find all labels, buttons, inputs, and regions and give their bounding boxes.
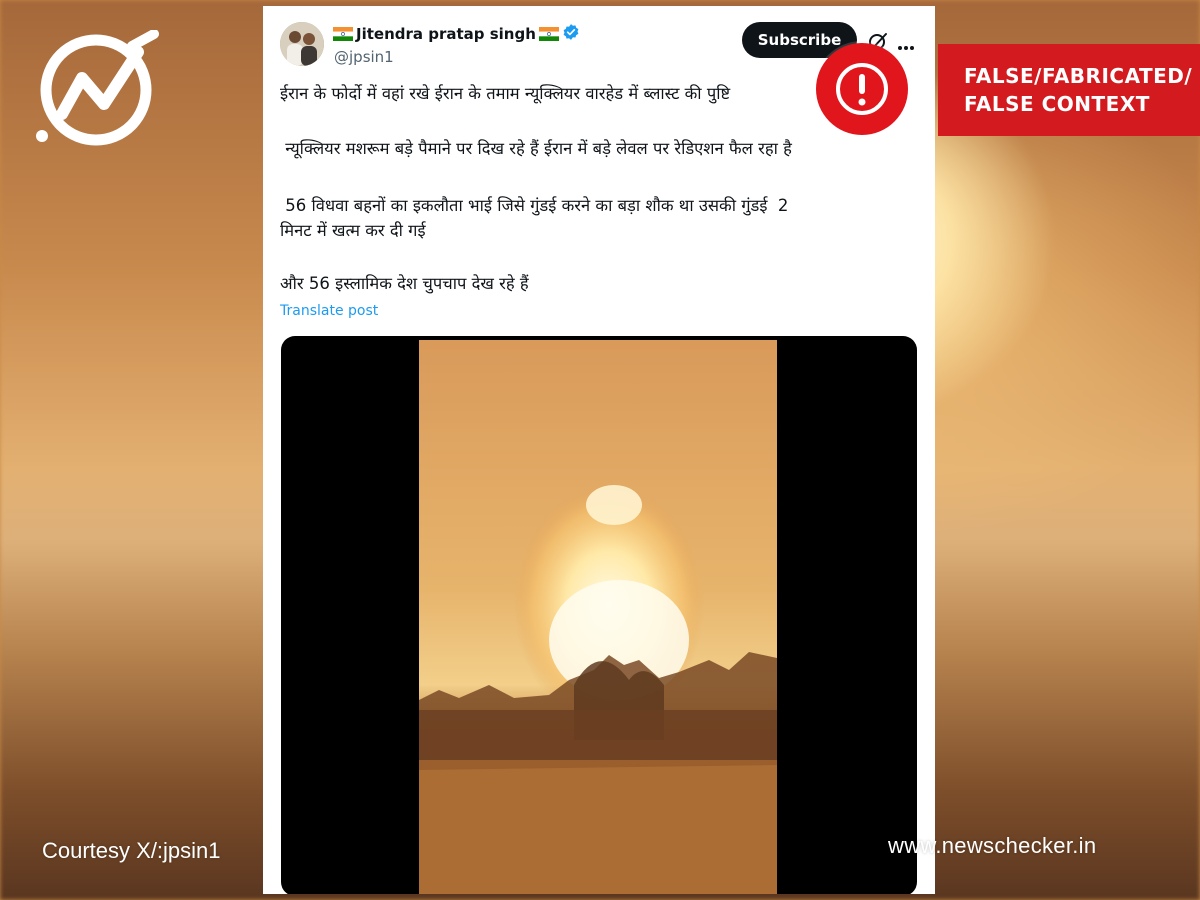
courtesy-credit: Courtesy X/:jpsin1 — [42, 838, 221, 863]
video-thumbnail-explosion[interactable] — [419, 340, 777, 894]
tweet-card: Jitendra pratap singh @jpsin1 Subscribe … — [263, 6, 935, 894]
user-handle[interactable]: @jpsin1 — [334, 48, 394, 66]
website-url: www.newschecker.in — [888, 833, 1097, 858]
display-name-row[interactable]: Jitendra pratap singh — [333, 23, 580, 45]
post-paragraph: 56 विधवा बहनों का इकलौता भाई जिसे गुंडई … — [280, 196, 789, 240]
post-paragraph: ईरान के फोर्दो में वहां रखे ईरान के तमाम… — [280, 84, 731, 103]
exclamation-alert-icon — [816, 43, 908, 135]
post-paragraph: और 56 इस्लामिक देश चुपचाप देख रहे हैं — [280, 274, 529, 293]
newschecker-logo-icon — [32, 29, 164, 150]
verified-badge-icon — [562, 23, 580, 45]
translate-post-link[interactable]: Translate post — [280, 303, 378, 319]
more-options-icon[interactable] — [897, 36, 915, 50]
india-flag-icon — [538, 27, 559, 41]
display-name[interactable]: Jitendra pratap singh — [356, 25, 536, 43]
tweet-video[interactable] — [281, 336, 917, 894]
india-flag-icon — [333, 27, 353, 41]
post-paragraph: न्यूक्लियर मशरूम बड़े पैमाने पर दिख रहे … — [280, 139, 792, 158]
avatar[interactable] — [280, 22, 324, 66]
verdict-label: FALSE/FABRICATED/ FALSE CONTEXT — [938, 44, 1200, 136]
